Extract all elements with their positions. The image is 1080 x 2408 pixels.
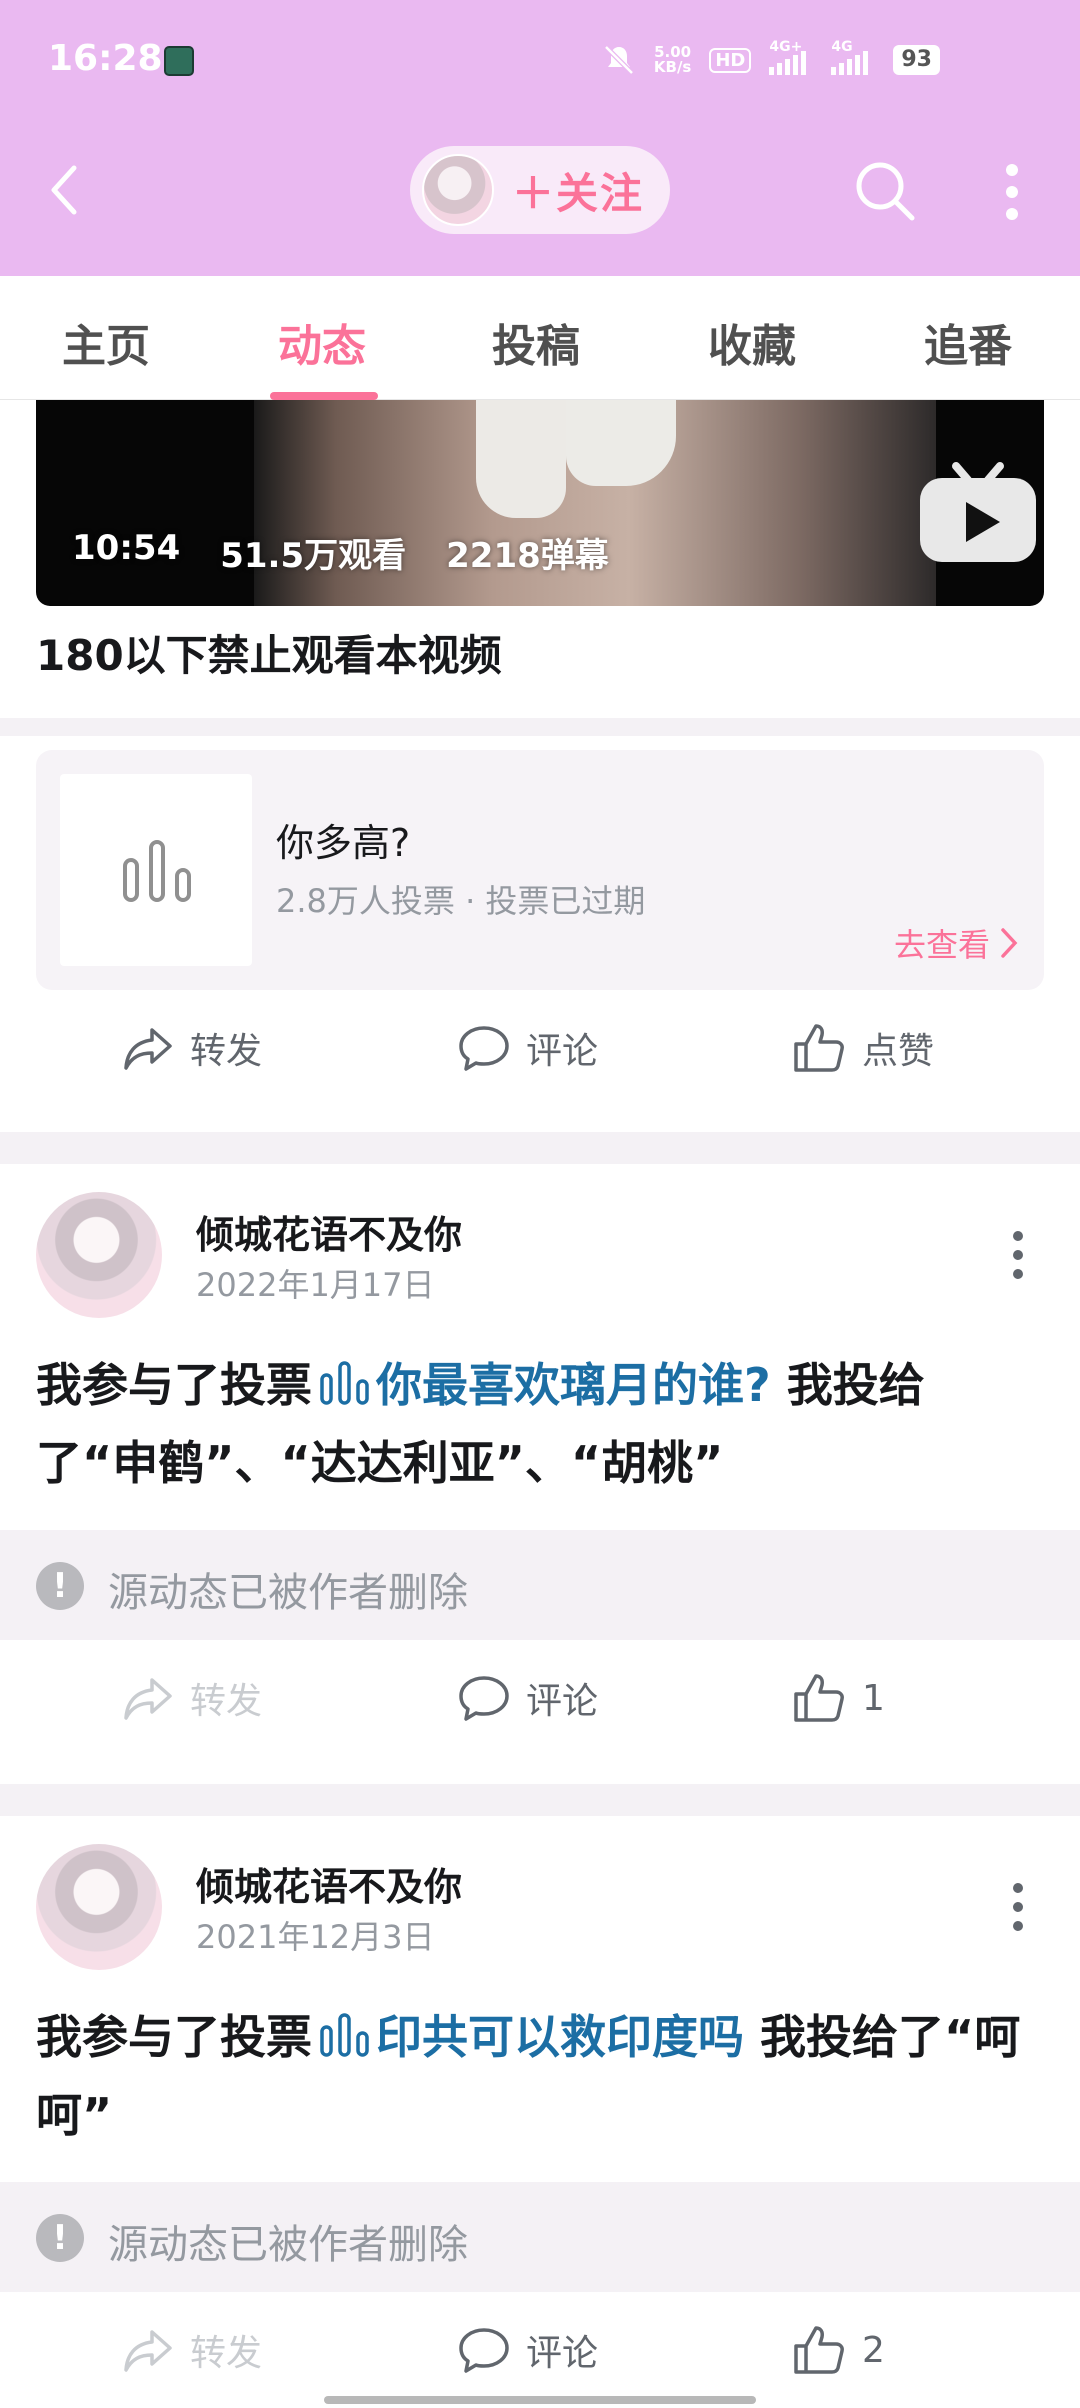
tv-play-icon: [920, 462, 1036, 562]
post-text: 我参与了投票 印共可以救印度吗 我投给了“呵呵”: [36, 2010, 1021, 2142]
share-icon: [124, 2330, 172, 2372]
deleted-message: 源动态已被作者删除: [108, 1570, 468, 1616]
comment-button[interactable]: 评论: [456, 1020, 598, 1076]
repost-button[interactable]: 转发: [120, 1670, 262, 1726]
video-card: 10:54 51.5万观看 2218弹幕 180以下禁止观看本视频: [0, 400, 1080, 718]
post-actions: 转发 评论 2: [0, 2292, 1080, 2408]
tab-bar: 主页 动态 投稿 收藏 追番: [0, 276, 1080, 400]
repost-button[interactable]: 转发: [120, 1020, 262, 1076]
share-icon: [124, 1678, 172, 1720]
home-indicator[interactable]: [324, 2396, 756, 2404]
comment-icon: [459, 1026, 509, 1071]
video-views: 51.5万观看: [220, 536, 407, 576]
video-thumbnail[interactable]: 10:54 51.5万观看 2218弹幕: [36, 400, 1044, 606]
video-duration: 10:54: [72, 528, 181, 568]
post-text: 我参与了投票 你最喜欢璃月的谁? 我投给了“申鹤”、“达达利亚”、“胡桃”: [36, 1358, 925, 1490]
more-icon[interactable]: [1010, 1882, 1026, 1932]
video-danmaku: 2218弹幕: [446, 536, 609, 576]
more-icon[interactable]: [1010, 1230, 1026, 1280]
vote-icon: [320, 1361, 369, 1405]
post-date: 2022年1月17日: [196, 1266, 435, 1304]
vote-link[interactable]: 你最喜欢璃月的谁?: [376, 1358, 771, 1412]
battery-indicator: 93: [893, 45, 940, 75]
poll-title: 你多高?: [276, 821, 411, 865]
like-count: 1: [862, 1677, 885, 1719]
post-card: 倾城花语不及你 2022年1月17日 我参与了投票 你最喜欢璃月的谁? 我投给了“…: [0, 1164, 1080, 1784]
thumbs-up-icon: [794, 1024, 844, 1072]
warning-icon: !: [36, 1562, 84, 1610]
thumbs-up-icon: [794, 1674, 844, 1722]
avatar: [422, 154, 494, 226]
warning-icon: !: [36, 2214, 84, 2262]
poll-box[interactable]: 你多高? 2.8万人投票 · 投票已过期 去查看: [36, 750, 1044, 990]
post-card: 倾城花语不及你 2021年12月3日 我参与了投票 印共可以救印度吗 我投给了“呵…: [0, 1816, 1080, 2408]
repost-label: 转发: [190, 1031, 263, 1072]
like-button[interactable]: 2: [792, 2322, 885, 2378]
mute-icon: [604, 45, 634, 75]
status-indicators: 5.00 KB/s HD 4G+ 4G 93: [602, 39, 940, 80]
chevron-right-icon: [1001, 928, 1018, 958]
follow-button[interactable]: ＋关注: [410, 146, 670, 234]
vote-icon: [320, 2013, 369, 2057]
deleted-notice: ! 源动态已被作者删除: [0, 2182, 1080, 2292]
tab-anime[interactable]: 追番: [924, 310, 1012, 374]
poll-chart-icon: [123, 840, 191, 902]
network-speed: 5.00 KB/s: [653, 43, 692, 76]
comment-label: 评论: [526, 2333, 599, 2374]
comment-icon: [459, 2328, 509, 2373]
like-label: 点赞: [862, 1031, 935, 1072]
tab-favorites[interactable]: 收藏: [708, 310, 796, 374]
follow-label: ＋关注: [512, 168, 645, 218]
share-icon: [124, 1028, 172, 1070]
comment-button[interactable]: 评论: [456, 2322, 598, 2378]
card-actions: 转发 评论 点赞: [0, 990, 1080, 1110]
thumbs-up-icon: [794, 2326, 844, 2374]
comment-label: 评论: [526, 1681, 599, 1722]
post-actions: 转发 评论 1: [0, 1640, 1080, 1760]
post-date: 2021年12月3日: [196, 1918, 435, 1956]
author-name[interactable]: 倾城花语不及你: [196, 1856, 462, 1911]
tab-submissions[interactable]: 投稿: [492, 310, 580, 374]
more-icon[interactable]: [1000, 162, 1024, 222]
view-poll-link[interactable]: 去查看: [894, 920, 1018, 966]
repost-label: 转发: [190, 1681, 263, 1722]
avatar[interactable]: [36, 1844, 162, 1970]
search-icon[interactable]: [852, 158, 916, 222]
app-header: 16:28 5.00 KB/s HD 4G+ 4G 93 ＋关注: [0, 0, 1080, 276]
avatar[interactable]: [36, 1192, 162, 1318]
poll-meta: 2.8万人投票 · 投票已过期: [276, 882, 646, 920]
notification-app-icon: [164, 46, 194, 76]
like-button[interactable]: 点赞: [792, 1020, 934, 1076]
comment-icon: [459, 1676, 509, 1721]
back-icon[interactable]: [44, 160, 84, 220]
author-name[interactable]: 倾城花语不及你: [196, 1204, 462, 1259]
status-time: 16:28: [48, 38, 163, 79]
comment-label: 评论: [526, 1031, 599, 1072]
deleted-notice: ! 源动态已被作者删除: [0, 1530, 1080, 1640]
view-poll-label: 去查看: [893, 926, 990, 964]
poll-thumbnail: [60, 774, 252, 966]
tab-active-indicator: [270, 392, 378, 400]
signal-icon: 4G+: [769, 39, 813, 75]
signal-icon-2: 4G: [831, 39, 875, 75]
repost-label: 转发: [190, 2333, 263, 2374]
hd-badge: HD: [709, 47, 752, 73]
like-count: 2: [862, 2329, 885, 2371]
comment-button[interactable]: 评论: [456, 1670, 598, 1726]
deleted-message: 源动态已被作者删除: [108, 2222, 468, 2268]
poll-card: 你多高? 2.8万人投票 · 投票已过期 去查看 转发 评论 点赞: [0, 736, 1080, 1132]
repost-button[interactable]: 转发: [120, 2322, 262, 2378]
like-button[interactable]: 1: [792, 1670, 885, 1726]
tab-dynamic[interactable]: 动态: [278, 310, 366, 374]
video-title[interactable]: 180以下禁止观看本视频: [36, 622, 502, 683]
video-stats: 10:54 51.5万观看 2218弹幕: [72, 528, 609, 577]
tab-home[interactable]: 主页: [62, 310, 150, 374]
vote-link[interactable]: 印共可以救印度吗: [376, 2010, 744, 2064]
